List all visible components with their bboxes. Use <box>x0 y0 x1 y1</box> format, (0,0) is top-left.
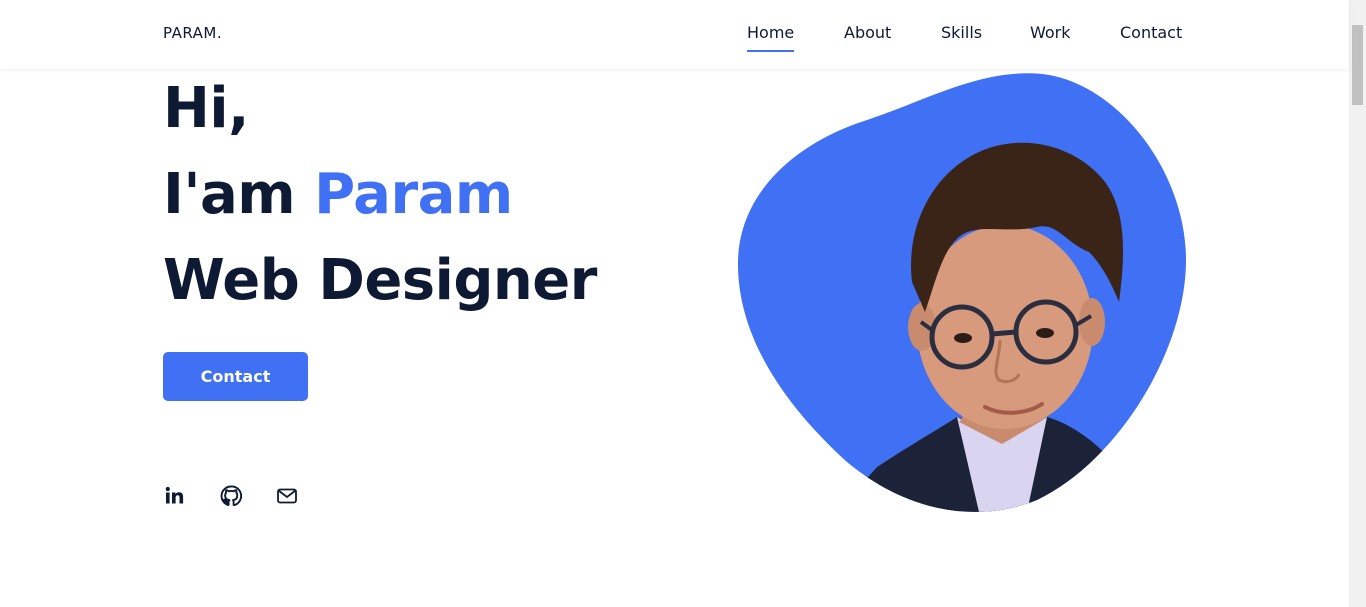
nav-about-link[interactable]: About <box>844 23 891 52</box>
portrait-blob-image <box>737 73 1187 512</box>
main-nav: Home About Skills Work Contact <box>0 23 1349 59</box>
mail-icon <box>277 488 297 504</box>
hero-intro-prefix: I'am <box>163 162 315 227</box>
hero-title: Hi, I'am Param Web Designer <box>163 66 597 324</box>
site-header: PARAM. Home About Skills Work Contact <box>0 0 1349 69</box>
hero-intro: I'am Param <box>163 152 597 238</box>
profile-portrait <box>737 72 1187 512</box>
github-link[interactable] <box>219 484 243 508</box>
nav-home-link[interactable]: Home <box>747 23 795 52</box>
hero-name: Param <box>314 162 513 227</box>
linkedin-icon <box>165 486 184 504</box>
page-scrollbar[interactable] <box>1349 0 1366 607</box>
nav-skills-link[interactable]: Skills <box>941 23 982 52</box>
nav-work-link[interactable]: Work <box>1030 23 1071 52</box>
scrollbar-thumb[interactable] <box>1352 25 1363 105</box>
hero-greeting: Hi, <box>163 76 249 141</box>
hero-role: Web Designer <box>163 248 597 313</box>
github-icon <box>220 485 243 507</box>
contact-button[interactable]: Contact <box>163 352 308 401</box>
nav-contact-link[interactable]: Contact <box>1120 23 1182 52</box>
linkedin-link[interactable] <box>163 484 187 508</box>
mail-link[interactable] <box>275 484 299 508</box>
